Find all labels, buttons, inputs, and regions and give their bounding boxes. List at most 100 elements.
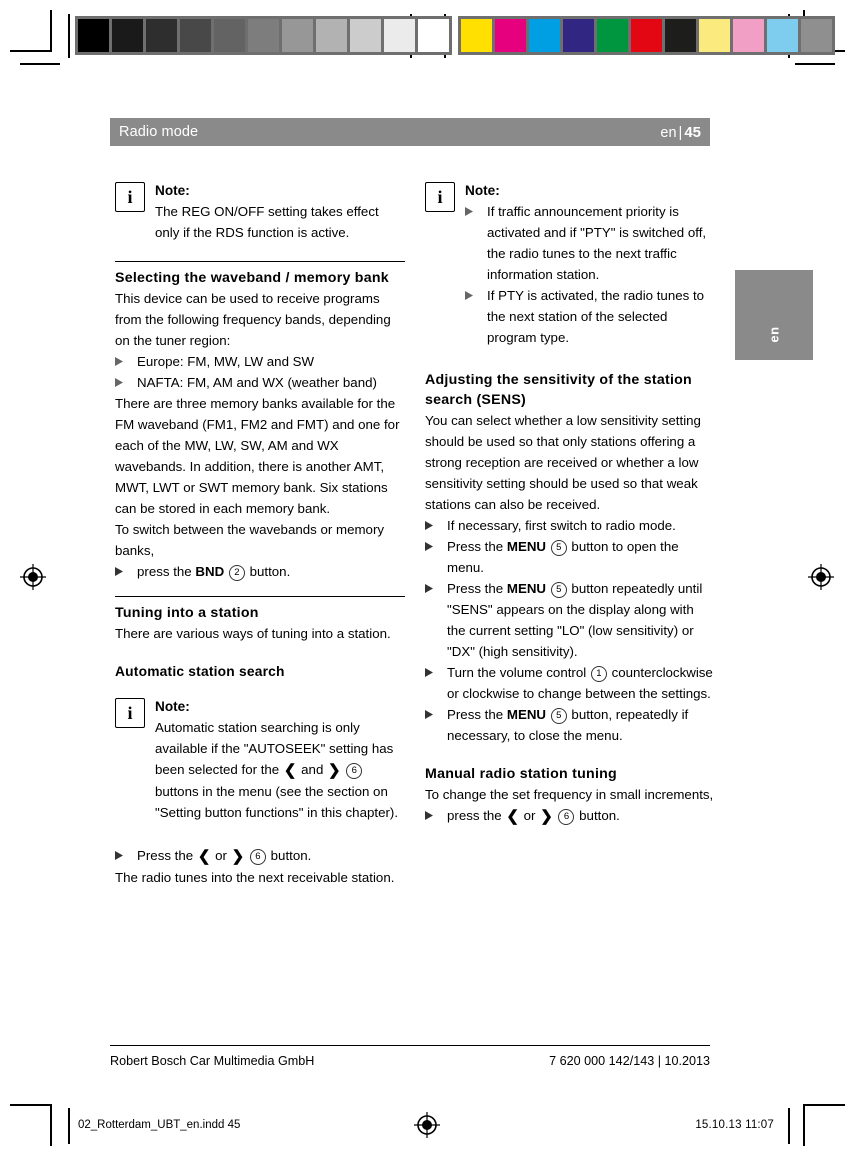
button-name-bnd: BND	[195, 564, 225, 579]
note-body-part-2: buttons in the menu (see the section on …	[155, 784, 399, 820]
note-icon-wrap: i	[115, 180, 155, 212]
bullet-label: Press the MENU 5 button, repeatedly if n…	[447, 704, 715, 746]
color-swatch	[767, 19, 798, 52]
bullet-label: If necessary, first switch to radio mode…	[447, 518, 676, 533]
paragraph-tunes-next: The radio tunes into the next receivable…	[115, 870, 395, 885]
note-box-reg-setting: i Note: The REG ON/OFF setting takes eff…	[115, 180, 405, 243]
bullet-label: Turn the volume control 1 counterclockwi…	[447, 662, 715, 704]
action-or: or	[211, 848, 231, 863]
callout-number: 6	[558, 808, 575, 825]
arrow-right-icon: ❯	[231, 848, 245, 865]
section-heading-waveband: Selecting the waveband / memory bank	[115, 270, 389, 286]
crop-mark-top-left-h2	[20, 63, 60, 65]
note-title: Note:	[155, 183, 190, 198]
button-name-menu: MENU	[506, 707, 547, 722]
header-title: Radio mode	[119, 124, 199, 140]
note-icon-wrap: i	[425, 180, 465, 212]
triangle-bullet-icon	[425, 536, 447, 578]
paragraph-sens-intro: You can select whether a low sensitivity…	[425, 413, 701, 512]
side-language-tab: en	[735, 270, 813, 360]
bullet-label: press the ❮ or ❯ 6 button.	[447, 805, 715, 827]
callout-number: 5	[550, 707, 567, 724]
triangle-bullet-icon	[465, 201, 487, 285]
color-swatch	[563, 19, 594, 52]
footer-doc-ref: 7 620 000 142/143 | 10.2013	[549, 1054, 710, 1068]
callout-number: 1	[590, 665, 607, 682]
crop-mark-bottom-left-h	[10, 1104, 52, 1106]
callout-number: 6	[346, 762, 363, 779]
note-title: Note:	[155, 699, 190, 714]
bullet-label: Europe: FM, MW, LW and SW	[137, 354, 315, 369]
bullet-europe-bands: Europe: FM, MW, LW and SW	[115, 351, 405, 372]
info-icon: i	[425, 182, 455, 212]
section-heading-sens: Adjusting the sensitivity of the station…	[425, 372, 692, 408]
separator-bar-top-left	[68, 14, 70, 58]
arrow-right-icon: ❯	[540, 808, 553, 825]
manual-page: Radio mode en | 45 i Note: The REG ON/OFF …	[110, 80, 713, 1090]
left-column: i Note: The REG ON/OFF setting takes eff…	[115, 180, 405, 888]
bullet-menu-repeatedly: Press the MENU 5 button repeatedly until…	[425, 578, 715, 662]
color-swatch	[699, 19, 730, 52]
action-pre: Turn the volume control	[447, 665, 590, 680]
bullet-switch-radio-mode: If necessary, first switch to radio mode…	[425, 515, 715, 536]
callout-number: 2	[228, 564, 245, 581]
color-swatch	[461, 19, 492, 52]
action-pre: press the	[447, 808, 506, 823]
info-icon: i	[115, 698, 145, 728]
note-text: Note: The REG ON/OFF setting takes effec…	[155, 180, 405, 243]
triangle-bullet-icon	[425, 805, 447, 827]
header-page-number: 45	[684, 123, 701, 141]
footer-row: Robert Bosch Car Multimedia GmbH 7 620 0…	[110, 1046, 710, 1068]
button-name-menu: MENU	[506, 581, 547, 596]
bullet-nafta-bands: NAFTA: FM, AM and WX (weather band)	[115, 372, 405, 393]
color-calibration-strip	[458, 16, 835, 55]
bullet-open-menu: Press the MENU 5 button to open the menu…	[425, 536, 715, 578]
registration-mark-left	[20, 564, 46, 590]
action-post: button.	[245, 564, 291, 579]
paragraph-waveband-intro: This device can be used to receive progr…	[115, 291, 391, 348]
color-swatch	[529, 19, 560, 52]
color-swatch	[495, 19, 526, 52]
color-swatch	[733, 19, 764, 52]
bullet-label: Press the ❮ or ❯ 6 button.	[137, 845, 405, 867]
grayscale-calibration-strip	[75, 16, 452, 55]
slug-timestamp: 15.10.13 11:07	[695, 1119, 774, 1131]
right-column: i Note: If traffic announcement priority…	[425, 180, 715, 827]
button-name-menu: MENU	[506, 539, 547, 554]
color-swatch	[801, 19, 832, 52]
bullet-close-menu: Press the MENU 5 button, repeatedly if n…	[425, 704, 715, 746]
header-page-indicator: en | 45	[660, 124, 701, 141]
bullet-label: NAFTA: FM, AM and WX (weather band)	[137, 375, 377, 390]
color-swatch	[665, 19, 696, 52]
action-pre: press the	[137, 564, 196, 579]
bullet-label: If traffic announcement priority is acti…	[487, 204, 707, 282]
callout-number: 6	[249, 848, 266, 865]
side-tab-label: en	[766, 326, 782, 343]
page-footer: Robert Bosch Car Multimedia GmbH 7 620 0…	[110, 1045, 710, 1068]
bullet-press-manual: press the ❮ or ❯ 6 button.	[425, 805, 715, 827]
subsection-heading-auto-search: Automatic station search	[115, 664, 285, 679]
bullet-label: press the BND 2 button.	[137, 561, 405, 582]
note-text: Note: If traffic announcement priority i…	[465, 180, 715, 348]
note-icon-wrap: i	[115, 696, 155, 728]
triangle-bullet-icon	[115, 372, 137, 393]
note-bullet-pty: If PTY is activated, the radio tunes to …	[465, 285, 715, 348]
crop-mark-bottom-right-h	[803, 1104, 845, 1106]
grayscale-swatch	[180, 19, 211, 52]
triangle-bullet-icon	[465, 285, 487, 348]
note-body: Automatic station searching is only avai…	[155, 717, 405, 823]
grayscale-swatch	[248, 19, 279, 52]
note-box-autoseek: i Note: Automatic station searching is o…	[115, 696, 405, 823]
info-icon: i	[115, 182, 145, 212]
arrow-left-icon: ❮	[506, 808, 519, 825]
color-swatch	[597, 19, 628, 52]
action-pre: Press the	[447, 539, 507, 554]
crop-mark-top-left-v	[50, 10, 52, 52]
grayscale-swatch	[78, 19, 109, 52]
grayscale-swatch	[112, 19, 143, 52]
